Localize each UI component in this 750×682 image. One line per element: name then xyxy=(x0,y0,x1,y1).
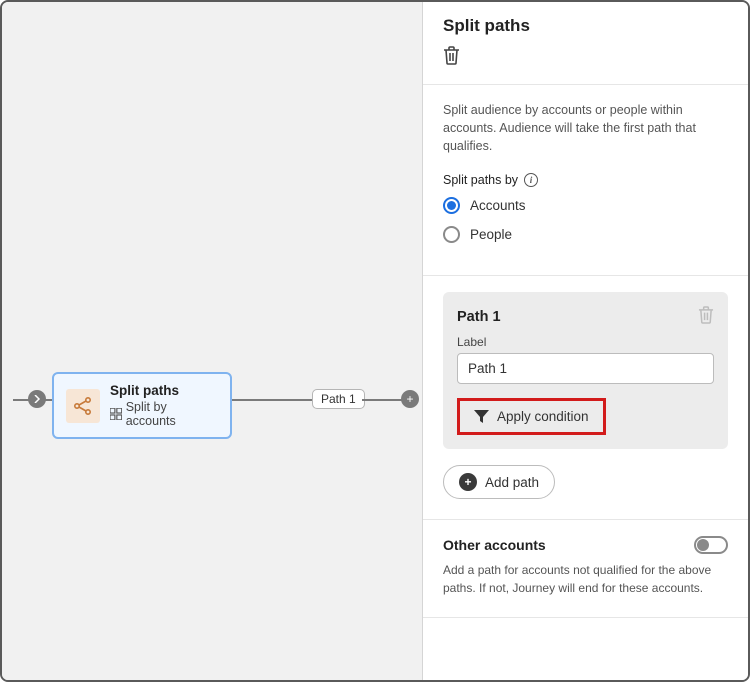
add-path-button[interactable]: + Add path xyxy=(443,465,555,499)
split-by-label: Split paths by i xyxy=(443,173,728,187)
app-frame: Split paths Split by accounts Path 1 + S… xyxy=(0,0,750,682)
other-accounts-section: Other accounts Add a path for accounts n… xyxy=(423,520,748,618)
panel-title: Split paths xyxy=(443,16,728,36)
other-accounts-header: Other accounts xyxy=(443,536,728,554)
radio-accounts[interactable]: Accounts xyxy=(443,197,728,214)
other-accounts-description: Add a path for accounts not qualified fo… xyxy=(443,562,728,597)
node-subtitle: Split by accounts xyxy=(110,400,218,428)
panel-header: Split paths xyxy=(423,2,748,85)
radio-people[interactable]: People xyxy=(443,226,728,243)
journey-canvas[interactable]: Split paths Split by accounts Path 1 + xyxy=(2,2,422,680)
trash-icon xyxy=(443,46,460,65)
edge-collapse-chevron-icon[interactable] xyxy=(28,390,46,408)
properties-panel: Split paths Split audience by accounts o… xyxy=(422,2,748,680)
path-name: Path 1 xyxy=(457,309,501,325)
radio-accounts-label: Accounts xyxy=(470,198,526,213)
path-card: Path 1 Label Apply condition xyxy=(443,292,728,449)
info-icon[interactable]: i xyxy=(524,173,538,187)
add-path-label: Add path xyxy=(485,475,539,490)
accounts-icon xyxy=(110,408,122,420)
other-accounts-title: Other accounts xyxy=(443,537,546,553)
path-label-field-label: Label xyxy=(457,335,714,349)
edge-path-label[interactable]: Path 1 xyxy=(312,389,365,409)
split-paths-node[interactable]: Split paths Split by accounts xyxy=(52,372,232,439)
path-delete-button xyxy=(698,306,714,327)
edge-segment xyxy=(232,399,317,401)
add-node-icon[interactable]: + xyxy=(401,390,419,408)
path-label-input[interactable] xyxy=(457,353,714,384)
apply-condition-button[interactable]: Apply condition xyxy=(460,401,603,432)
plus-icon: + xyxy=(459,473,477,491)
radio-icon xyxy=(443,197,460,214)
highlight-annotation: Apply condition xyxy=(457,398,606,435)
path-card-header: Path 1 xyxy=(457,306,714,327)
panel-description: Split audience by accounts or people wit… xyxy=(443,101,728,155)
other-accounts-toggle[interactable] xyxy=(694,536,728,554)
split-icon xyxy=(66,389,100,423)
filter-icon xyxy=(474,409,489,424)
node-subtitle-text: Split by accounts xyxy=(126,400,218,428)
split-by-section: Split audience by accounts or people wit… xyxy=(423,85,748,276)
split-by-label-text: Split paths by xyxy=(443,173,518,187)
radio-people-label: People xyxy=(470,227,512,242)
trash-icon xyxy=(698,306,714,324)
radio-icon xyxy=(443,226,460,243)
delete-node-button[interactable] xyxy=(443,46,460,65)
paths-section: Path 1 Label Apply condition xyxy=(423,276,748,520)
node-text: Split paths Split by accounts xyxy=(110,383,218,428)
node-title: Split paths xyxy=(110,383,218,398)
apply-condition-label: Apply condition xyxy=(497,409,589,424)
